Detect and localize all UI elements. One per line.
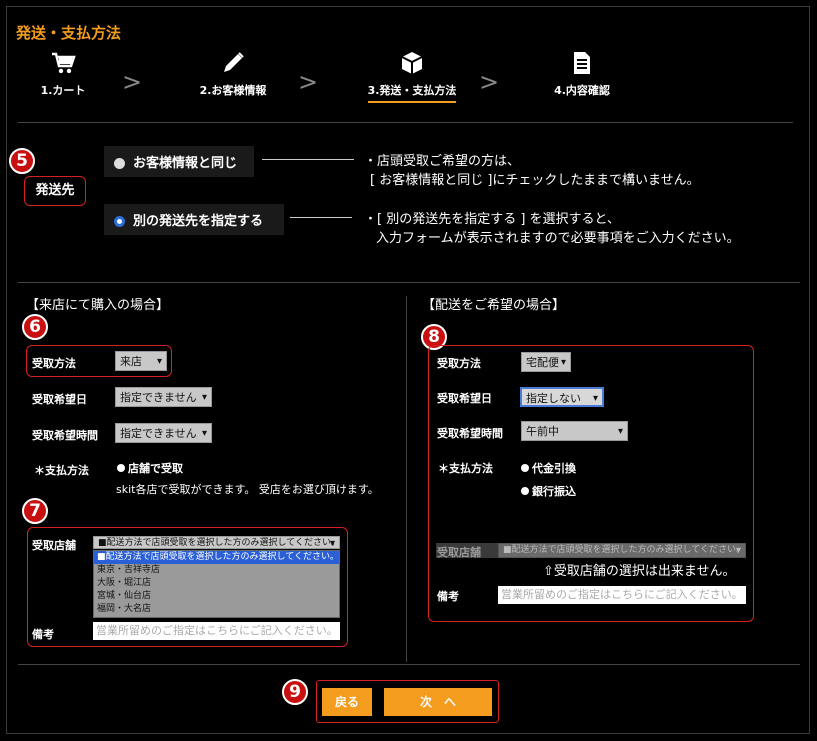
cart-icon <box>52 52 76 74</box>
shop-option[interactable]: 大阪・堀江店 <box>94 577 339 590</box>
store-payment-label: ＊支払方法 <box>34 464 89 477</box>
document-icon <box>574 52 590 74</box>
delivery-time-select[interactable]: 午前中 <box>521 421 628 441</box>
callout-badge-6: 6 <box>22 314 48 340</box>
option-label: お客様情報と同じ <box>133 156 238 171</box>
delivery-remarks-input[interactable]: 営業所留めのご指定はこちらにご記入ください。 <box>498 586 746 604</box>
option-other-address[interactable]: 別の発送先を指定する <box>104 204 284 235</box>
divider <box>18 282 800 283</box>
delivery-section-title: 【配送をご希望の場合】 <box>422 298 566 313</box>
delivery-shop-note: ⇧受取店舗の選択は出来ません。 <box>543 564 736 579</box>
radio-icon[interactable] <box>521 487 529 495</box>
store-time-select[interactable]: 指定できません <box>115 423 212 443</box>
store-remarks-label: 備考 <box>32 628 54 641</box>
shop-option[interactable]: 東京・吉祥寺店 <box>94 564 339 577</box>
delivery-date-label: 受取希望日 <box>437 392 492 405</box>
delivery-payment-label: ＊支払方法 <box>438 462 493 475</box>
radio-selected-icon[interactable] <box>114 216 125 227</box>
shipping-label: 発送先 <box>35 183 75 198</box>
payment-option-bank[interactable]: 銀行振込 <box>521 483 576 499</box>
callout-badge-5: 5 <box>9 148 35 174</box>
step-label: 3.発送・支払方法 <box>367 82 457 103</box>
note-line: ・[ 別の発送先を指定する ] を選択すると、 <box>364 212 621 227</box>
delivery-remarks-label: 備考 <box>437 590 459 603</box>
store-date-label: 受取希望日 <box>32 393 87 406</box>
delivery-time-label: 受取希望時間 <box>437 427 503 440</box>
shop-option[interactable]: ■配送方法で店頭受取を選択した方のみ選択してください。 <box>94 551 339 564</box>
callout-badge-7: 7 <box>22 498 48 524</box>
note-line: 入力フォームが表示されますので必要事項をご入力ください。 <box>376 231 740 246</box>
store-method-select[interactable]: 来店 <box>115 351 167 371</box>
option-label: 代金引換 <box>532 462 576 475</box>
divider <box>18 664 800 665</box>
store-remarks-input[interactable]: 営業所留めのご指定はこちらにご記入ください。 <box>93 622 340 640</box>
divider <box>18 122 793 123</box>
delivery-shop-label: 受取店舗 <box>437 546 481 559</box>
chevron-right-icon: > <box>298 68 319 96</box>
radio-selected-icon[interactable] <box>521 464 529 472</box>
shop-option[interactable]: 福岡・大名店 <box>94 603 339 616</box>
connector-line <box>290 217 352 218</box>
note-other: ・[ 別の発送先を指定する ] を選択すると、 入力フォームが表示されますので必… <box>364 210 740 248</box>
store-shop-label: 受取店舗 <box>32 539 76 552</box>
delivery-date-select[interactable]: 指定しない <box>520 387 604 407</box>
shop-option[interactable]: 宮城・仙台店 <box>94 590 339 603</box>
chevron-right-icon: > <box>122 68 143 96</box>
store-section-title: 【来店にて購入の場合】 <box>26 298 170 313</box>
option-same-as-customer[interactable]: お客様情報と同じ <box>104 146 254 177</box>
store-shop-listbox[interactable]: ■配送方法で店頭受取を選択した方のみ選択してください。 東京・吉祥寺店 大阪・堀… <box>93 550 340 618</box>
store-payment-note: skit各店で受取ができます。 受店をお選び頂けます。 <box>116 483 379 496</box>
step-label: 4.内容確認 <box>554 84 610 97</box>
callout-badge-9: 9 <box>282 679 308 705</box>
store-date-select[interactable]: 指定できません <box>115 387 212 407</box>
chevron-right-icon: > <box>479 68 500 96</box>
delivery-shop-select: ■配送方法で店頭受取を選択した方のみ選択してください。 <box>498 543 746 558</box>
store-time-label: 受取希望時間 <box>32 429 98 442</box>
pen-icon <box>224 52 244 72</box>
step-label: 1.カート <box>40 84 86 97</box>
store-method-label: 受取方法 <box>32 357 76 370</box>
delivery-method-select[interactable]: 宅配便 <box>521 352 571 372</box>
box-icon <box>401 52 423 74</box>
radio-selected-icon[interactable] <box>117 464 125 472</box>
step-customer-info[interactable]: 2.お客様情報 <box>178 50 288 98</box>
option-label: 銀行振込 <box>532 485 576 498</box>
note-same: ・店頭受取ご希望の方は、 [ お客様情報と同じ ]にチェックしたままで構いません… <box>364 152 700 190</box>
note-line: [ お客様情報と同じ ]にチェックしたままで構いません。 <box>370 173 700 188</box>
next-button[interactable]: 次 へ <box>384 688 492 716</box>
store-shop-select[interactable]: ■配送方法で店頭受取を選択した方のみ選択してください。 <box>93 536 340 549</box>
radio-icon[interactable] <box>114 158 125 169</box>
step-label: 2.お客様情報 <box>199 84 267 97</box>
step-cart[interactable]: 1.カート <box>8 50 118 98</box>
back-button[interactable]: 戻る <box>322 688 372 716</box>
column-divider <box>406 296 407 662</box>
option-label: 店舗で受取 <box>128 462 183 475</box>
option-label: 別の発送先を指定する <box>133 214 264 229</box>
step-shipping-payment[interactable]: 3.発送・支払方法 <box>357 50 467 103</box>
note-line: ・店頭受取ご希望の方は、 <box>364 154 521 169</box>
payment-option-cod[interactable]: 代金引換 <box>521 460 576 476</box>
step-confirm[interactable]: 4.内容確認 <box>527 50 637 98</box>
delivery-method-label: 受取方法 <box>437 357 481 370</box>
store-payment-option[interactable]: 店舗で受取 <box>117 460 183 476</box>
connector-line <box>262 159 354 160</box>
shipping-label-box: 発送先 <box>24 176 86 206</box>
page-title: 発送・支払方法 <box>16 24 122 42</box>
